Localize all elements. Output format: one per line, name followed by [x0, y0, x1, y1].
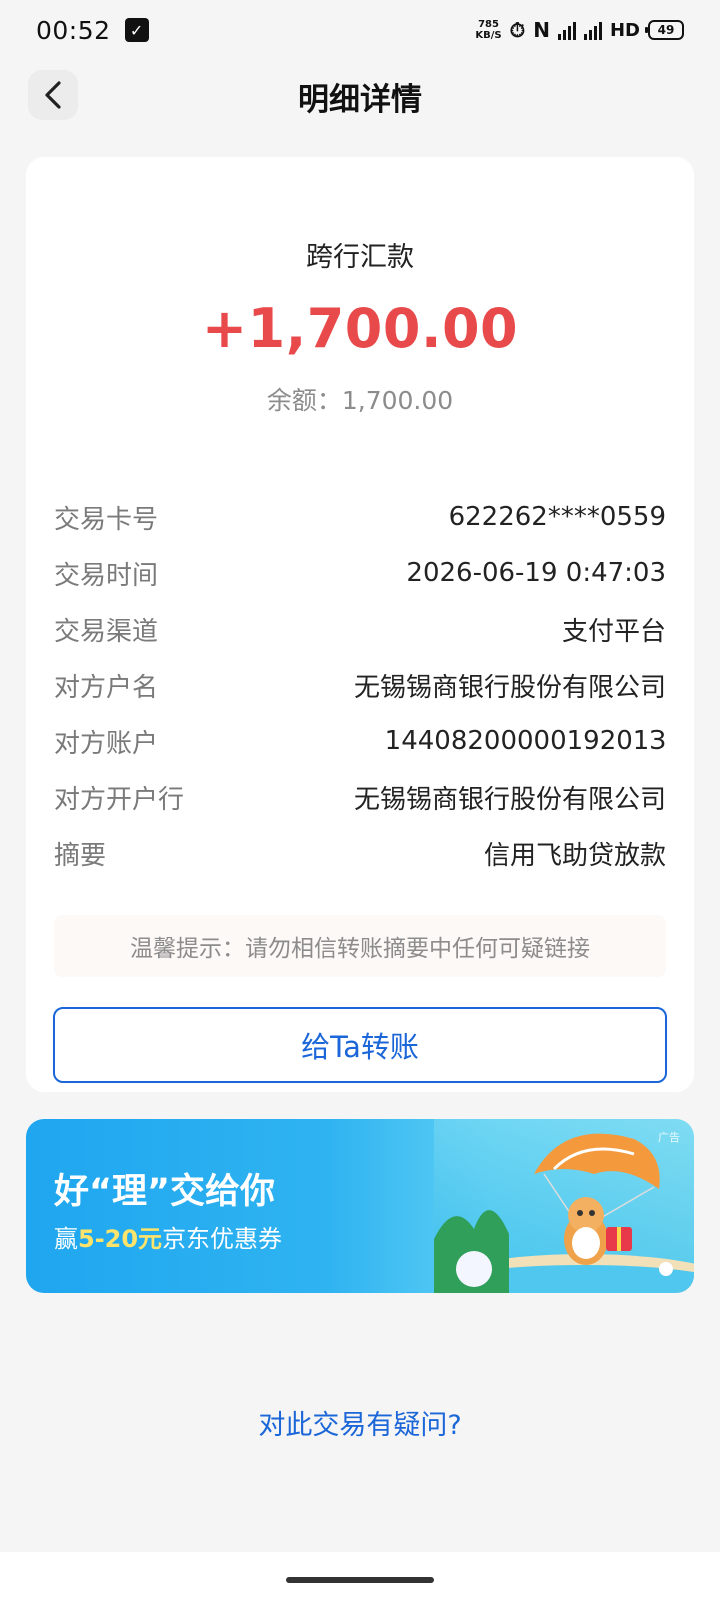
banner-sub-prefix: 赢	[54, 1225, 78, 1253]
detail-row-counterparty-account: 对方账户 1440820000019201З	[54, 713, 666, 769]
detail-value: 1440820000019201З	[384, 726, 666, 756]
transaction-card: 跨行汇款 +1,700.00 余额：1,700.00 交易卡号 622262**…	[26, 157, 694, 1092]
detail-row-counterparty-name: 对方户名 无锡锡商银行股份有限公司	[54, 657, 666, 713]
detail-value: 2026-06-19 0:47:03	[406, 558, 666, 588]
transaction-type: 跨行汇款	[306, 242, 414, 273]
detail-label: 交易时间	[54, 560, 159, 591]
signal-icon	[557, 20, 576, 40]
home-indicator[interactable]	[286, 1577, 434, 1583]
detail-value: 无锡锡商银行股份有限公司	[353, 672, 666, 703]
alarm-icon: ⏱	[509, 18, 526, 42]
status-time: 00:52	[36, 15, 111, 45]
banner-subtitle: 赢5-20元京东优惠券	[54, 1219, 282, 1254]
bottom-nav-area	[0, 1552, 720, 1600]
status-bar: 00:52 ✓ 785 KB/S ⏱ N HD 49	[0, 0, 720, 60]
balance-value: 1,700.00	[341, 386, 454, 415]
ad-tag: 广告	[658, 1131, 680, 1144]
battery-icon: 49	[645, 20, 684, 40]
detail-value: 622262****0559	[448, 502, 666, 532]
detail-label: 交易卡号	[54, 504, 159, 535]
transaction-amount: +1,700.00	[201, 297, 519, 360]
detail-list: 交易卡号 622262****0559 交易时间 2026-06-19 0:47…	[54, 489, 666, 881]
network-speed-value: 785	[478, 19, 499, 30]
security-tip: 温馨提示：请勿相信转账摘要中任何可疑链接	[54, 915, 666, 977]
detail-label: 对方户名	[54, 672, 159, 703]
banner-sub-highlight: 5-20元	[78, 1225, 163, 1253]
detail-label: 交易渠道	[54, 616, 159, 647]
detail-row-card-number: 交易卡号 622262****0559	[54, 489, 666, 545]
detail-row-channel: 交易渠道 支付平台	[54, 601, 666, 657]
page-title: 明细详情	[298, 82, 422, 118]
balance-row: 余额：1,700.00	[26, 381, 694, 417]
hd-indicator: HD	[609, 19, 640, 41]
detail-row-summary: 摘要 信用飞助贷放款	[54, 825, 666, 881]
signal-4g-icon	[583, 20, 602, 40]
header: 明细详情	[0, 66, 720, 130]
balance-label: 余额：	[266, 386, 342, 415]
transfer-to-ta-button[interactable]: 给Ta转账	[53, 1007, 667, 1083]
network-speed-unit: KB/S	[475, 30, 502, 41]
detail-value: 支付平台	[561, 616, 666, 647]
promo-banner[interactable]: 广告 好“理”交给你 赢5-20元京东优惠券	[26, 1119, 694, 1293]
nfc-icon: N	[533, 18, 550, 42]
banner-sub-suffix: 京东优惠券	[162, 1225, 283, 1253]
detail-row-counterparty-bank: 对方开户行 无锡锡商银行股份有限公司	[54, 769, 666, 825]
notification-icon: ✓	[124, 18, 149, 42]
transaction-question-link[interactable]: 对此交易有疑问?	[0, 1403, 720, 1442]
detail-label: 摘要	[54, 840, 107, 871]
detail-value: 信用飞助贷放款	[483, 840, 666, 871]
network-speed: 785 KB/S	[475, 19, 501, 41]
status-left: 00:52 ✓	[36, 16, 149, 45]
banner-illustration	[434, 1119, 694, 1293]
banner-title: 好“理”交给你	[54, 1172, 276, 1212]
detail-row-time: 交易时间 2026-06-19 0:47:03	[54, 545, 666, 601]
detail-label: 对方账户	[54, 728, 159, 759]
detail-value: 无锡锡商银行股份有限公司	[353, 784, 666, 815]
status-right: 785 KB/S ⏱ N HD 49	[475, 18, 684, 42]
detail-label: 对方开户行	[54, 784, 185, 815]
